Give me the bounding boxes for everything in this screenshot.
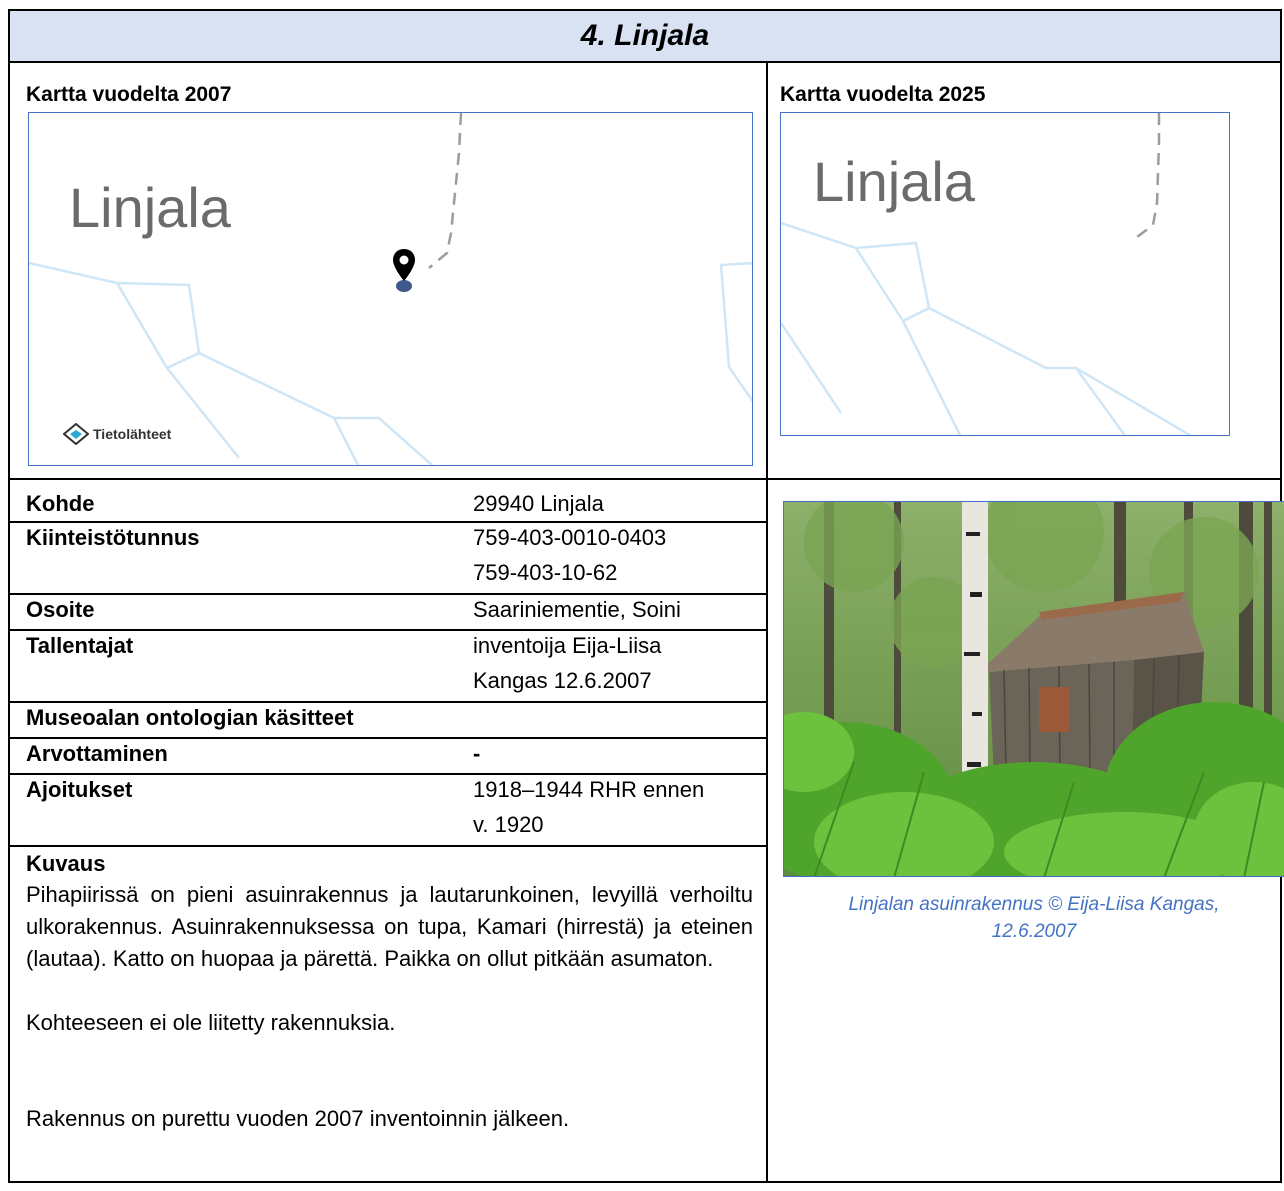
field-value-arvottaminen: - <box>473 741 481 766</box>
description-paragraph: Kohteeseen ei ole liitetty rakennuksia. <box>26 1010 396 1035</box>
field-label-kohde: Kohde <box>26 491 95 516</box>
map-2007-streams <box>29 113 752 465</box>
field-label-arvottaminen: Arvottaminen <box>26 741 168 766</box>
field-value-kiinteistotunnus-1: 759-403-0010-0403 <box>473 525 667 550</box>
field-label-osoite: Osoite <box>26 597 95 622</box>
field-value-tallentajat-2: Kangas 12.6.2007 <box>473 668 652 693</box>
description-text: Pihapiirissä on pieni asuinrakennus ja l… <box>26 879 753 1135</box>
field-label-ontologia: Museoalan ontologian käsitteet <box>26 705 354 730</box>
column-divider <box>766 63 768 1183</box>
field-value-osoite: Saariniementie, Soini <box>473 597 681 622</box>
description-paragraph: Rakennus on purettu vuoden 2007 inventoi… <box>26 1106 570 1131</box>
map-2025-heading: Kartta vuodelta 2025 <box>780 83 986 106</box>
field-value-kohde: 29940 Linjala <box>473 491 604 516</box>
building-photo <box>783 501 1284 877</box>
map-2025: Linjala <box>780 112 1230 436</box>
photo-caption-line: 12.6.2007 <box>991 921 1077 942</box>
photo-caption: Linjalan asuinrakennus © Eija-Liisa Kang… <box>783 891 1284 945</box>
data-sources-watermark: Tietolähteet <box>93 426 172 442</box>
field-label-tallentajat: Tallentajat <box>26 633 134 658</box>
inventory-sheet: 4. Linjala Kartta vuodelta 2007 Linjala <box>8 9 1284 1183</box>
photo-caption-line: Linjalan asuinrakennus © Eija-Liisa Kang… <box>848 894 1220 915</box>
map-2025-place-label: Linjala <box>813 150 975 213</box>
field-label-ajoitukset: Ajoitukset <box>26 777 133 802</box>
description-heading: Kuvaus <box>26 851 106 876</box>
field-value-tallentajat-1: inventoija Eija-Liisa <box>473 633 662 658</box>
field-label-kiinteistotunnus: Kiinteistötunnus <box>26 525 200 550</box>
map-2007-heading: Kartta vuodelta 2007 <box>26 83 232 106</box>
field-value-ajoitukset-1: 1918–1944 RHR ennen <box>473 777 705 802</box>
field-value-ajoitukset-2: v. 1920 <box>473 812 544 837</box>
map-2007: Linjala Tietolähteet <box>28 112 753 466</box>
maps-divider <box>10 478 1280 480</box>
description-paragraph: Pihapiirissä on pieni asuinrakennus ja l… <box>26 882 753 971</box>
map-2007-place-label: Linjala <box>69 176 231 239</box>
field-value-kiinteistotunnus-2: 759-403-10-62 <box>473 560 618 585</box>
page-title: 4. Linjala <box>10 11 1280 63</box>
row-divider <box>10 845 766 847</box>
